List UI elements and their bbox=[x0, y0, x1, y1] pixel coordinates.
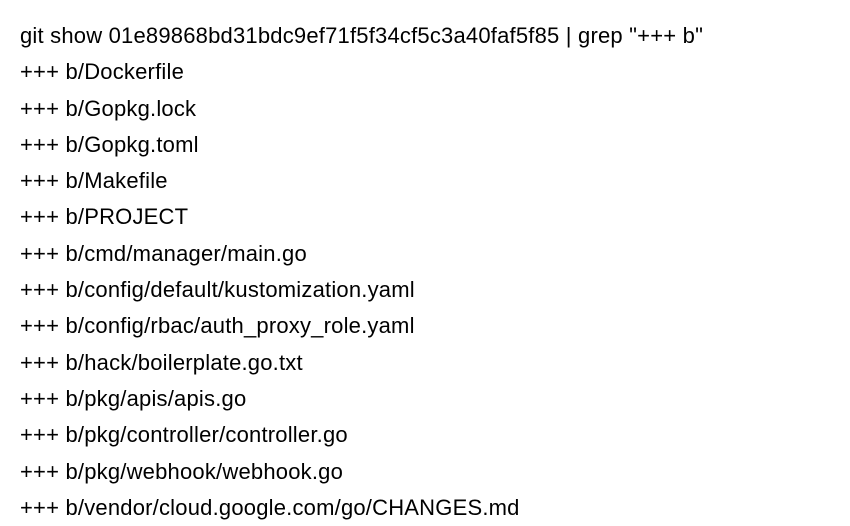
output-line: +++ b/Gopkg.toml bbox=[20, 127, 830, 163]
output-line: +++ b/pkg/controller/controller.go bbox=[20, 417, 830, 453]
output-line: +++ b/pkg/apis/apis.go bbox=[20, 381, 830, 417]
output-line: +++ b/Dockerfile bbox=[20, 54, 830, 90]
output-line: +++ b/pkg/webhook/webhook.go bbox=[20, 454, 830, 490]
command-line: git show 01e89868bd31bdc9ef71f5f34cf5c3a… bbox=[20, 18, 830, 54]
command-trailing-quote: " bbox=[695, 18, 703, 54]
output-line: +++ b/hack/boilerplate.go.txt bbox=[20, 345, 830, 381]
output-line: +++ b/vendor/cloud.google.com/go/CHANGES… bbox=[20, 490, 830, 526]
output-line: +++ b/Makefile bbox=[20, 163, 830, 199]
output-line: +++ b/config/rbac/auth_proxy_role.yaml bbox=[20, 308, 830, 344]
command-text: git show 01e89868bd31bdc9ef71f5f34cf5c3a… bbox=[20, 18, 695, 54]
terminal-output: git show 01e89868bd31bdc9ef71f5f34cf5c3a… bbox=[20, 18, 830, 526]
output-line: +++ b/config/default/kustomization.yaml bbox=[20, 272, 830, 308]
output-line: +++ b/Gopkg.lock bbox=[20, 91, 830, 127]
output-line: +++ b/cmd/manager/main.go bbox=[20, 236, 830, 272]
output-line: +++ b/PROJECT bbox=[20, 199, 830, 235]
